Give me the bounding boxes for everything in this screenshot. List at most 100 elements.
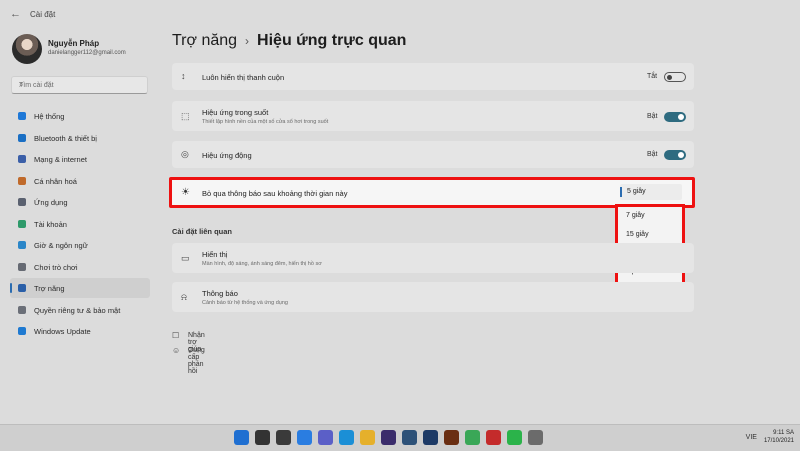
scrollbar-icon: ↕ [181, 71, 186, 81]
accessibility-icon [18, 284, 26, 292]
transparency-state-label: Bật [647, 113, 658, 120]
illustrator-icon[interactable] [444, 430, 459, 445]
sidebar-item-label: Tài khoản [34, 219, 67, 229]
title-bar: ← Cài đặt [0, 0, 800, 28]
breadcrumb-parent[interactable]: Trợ năng [172, 32, 237, 49]
feedback-label: Cung cấp phản hồi [188, 347, 205, 375]
settings-gear-icon[interactable] [528, 430, 543, 445]
clock-time: 9:11 SA [773, 430, 794, 436]
timeout-dropdown-selected[interactable]: 5 giây [620, 184, 682, 200]
feedback-icon: ☺ [172, 346, 181, 355]
setting-transparency: ⬚ Hiệu ứng trong suốt Thiết lập hình nền… [172, 101, 694, 131]
apps-icon [18, 198, 26, 206]
sidebar-item-label: Ứng dụng [34, 198, 68, 207]
sidebar-item-4[interactable]: Ứng dụng [10, 192, 150, 212]
taskbar: VIE 9:11 SA 17/10/2021 [0, 424, 800, 451]
sidebar-item-5[interactable]: Tài khoản [10, 214, 150, 234]
sidebar-item-0[interactable]: Hệ thống [10, 106, 150, 126]
sidebar-item-6[interactable]: Giờ & ngôn ngữ [10, 235, 150, 255]
system-icon [18, 112, 26, 120]
transparency-icon: ⬚ [181, 111, 190, 121]
network-icon [18, 155, 26, 163]
explorer-icon[interactable] [360, 430, 375, 445]
sidebar-item-1[interactable]: Bluetooth & thiết bị [10, 128, 150, 148]
scrollbars-state-label: Tắt [647, 73, 658, 80]
search-icon: ⌕ [19, 80, 24, 89]
shield-icon [18, 305, 26, 314]
update-icon [18, 327, 26, 335]
sidebar-item-7[interactable]: Chơi trò chơi [10, 257, 150, 277]
page-title: Hiệu ứng trực quan [257, 32, 407, 49]
related-settings-heading: Cài đặt liên quan [172, 227, 233, 236]
clock-date: 17/10/2021 [763, 438, 794, 444]
timeout-selected-value: 5 giây [627, 188, 646, 195]
timeout-option-label: 15 giây [626, 230, 649, 238]
bluetooth-icon [18, 133, 26, 142]
chat-icon[interactable] [318, 430, 333, 445]
globe-icon [18, 241, 26, 249]
lightroom-icon[interactable] [402, 430, 417, 445]
breadcrumb: Trợ năng › Hiệu ứng trực quan [172, 32, 406, 50]
system-tray: VIE 9:11 SA 17/10/2021 [746, 429, 794, 445]
avatar[interactable] [12, 34, 42, 64]
timeout-option-0[interactable]: 7 giây [618, 207, 682, 225]
sidebar-item-2[interactable]: Mạng & internet [10, 149, 150, 169]
scrollbars-toggle[interactable] [664, 72, 686, 82]
premiere-icon[interactable] [381, 430, 396, 445]
timeout-option-1[interactable]: 15 giây [618, 226, 682, 244]
line-icon[interactable] [507, 430, 522, 445]
language-indicator[interactable]: VIE [746, 434, 757, 441]
timeout-option-label: 7 giây [626, 212, 645, 219]
setting-animation: ◎ Hiệu ứng động Bật [172, 141, 694, 168]
sidebar-item-label: Giờ & ngôn ngữ [34, 241, 88, 250]
media-icon[interactable] [486, 430, 501, 445]
brush-icon [18, 176, 26, 185]
related-display[interactable]: ▭ Hiển thị Màn hình, độ sáng, ánh sáng đ… [172, 243, 694, 273]
start-icon[interactable] [234, 430, 249, 445]
search-icon[interactable] [255, 430, 270, 445]
back-arrow-icon[interactable]: ← [10, 8, 21, 20]
related-notifications[interactable]: ⍾ Thông báo Cảnh báo từ hệ thống và ứng … [172, 282, 694, 312]
related-notifications-sub: Cảnh báo từ hệ thống và ứng dụng [202, 300, 288, 306]
chrome-icon[interactable] [465, 430, 480, 445]
breadcrumb-separator: › [245, 34, 250, 48]
setting-animation-label: Hiệu ứng động [202, 151, 252, 160]
user-email: danielangger112@gmail.com [48, 50, 126, 56]
task-view-icon[interactable] [276, 430, 291, 445]
sidebar-item-8[interactable]: Trợ năng [10, 278, 150, 298]
setting-scrollbars: ↕ Luôn hiển thị thanh cuộn Tắt [172, 63, 694, 90]
sidebar-item-label: Chơi trò chơi [34, 262, 78, 272]
edge-icon[interactable] [339, 430, 354, 445]
sidebar-item-label: Quyền riêng tư & bảo mật [34, 305, 121, 315]
animation-state-label: Bật [647, 151, 658, 158]
user-name: Nguyễn Pháp [48, 39, 100, 48]
sidebar-nav: Hệ thống Bluetooth & thiết bị Mạng & inter… [10, 106, 150, 343]
clock[interactable]: 9:11 SA 17/10/2021 [764, 429, 794, 445]
setting-scrollbars-label: Luôn hiển thị thanh cuộn [202, 73, 285, 82]
animation-icon: ◎ [181, 149, 189, 159]
monitor-icon: ▭ [181, 253, 190, 263]
sidebar-item-9[interactable]: Quyền riêng tư & bảo mật [10, 300, 150, 320]
sidebar-item-label: Mạng & internet [34, 155, 87, 164]
sidebar-item-label: Hệ thống [34, 112, 65, 121]
related-notifications-label: Thông báo [202, 289, 238, 298]
search-input[interactable]: Tìm cài đặt ⌕ [11, 76, 148, 94]
widgets-icon[interactable] [297, 430, 312, 445]
help-icon: ☐ [172, 331, 180, 340]
animation-toggle[interactable] [664, 150, 686, 160]
photoshop-icon[interactable] [423, 430, 438, 445]
setting-notification-timeout-label: Bỏ qua thông báo sau khoảng thời gian nà… [202, 189, 348, 198]
related-display-sub: Màn hình, độ sáng, ánh sáng đêm, hiển th… [202, 261, 322, 267]
bell-icon: ⍾ [181, 292, 187, 302]
sidebar-item-10[interactable]: Windows Update [10, 321, 150, 341]
taskbar-apps [234, 430, 543, 446]
setting-transparency-sub: Thiết lập hình nền của một số cửa sổ hơi… [202, 119, 329, 125]
sidebar-item-3[interactable]: Cá nhân hoá [10, 171, 150, 191]
sidebar-item-label: Bluetooth & thiết bị [34, 133, 97, 143]
sidebar-item-label: Cá nhân hoá [34, 176, 77, 186]
gamepad-icon [18, 262, 26, 271]
account-icon [18, 219, 26, 228]
settings-window: ← Cài đặt Nguyễn Pháp danielangger112@gm… [0, 0, 800, 424]
transparency-toggle[interactable] [664, 112, 686, 122]
app-title: Cài đặt [30, 10, 56, 19]
